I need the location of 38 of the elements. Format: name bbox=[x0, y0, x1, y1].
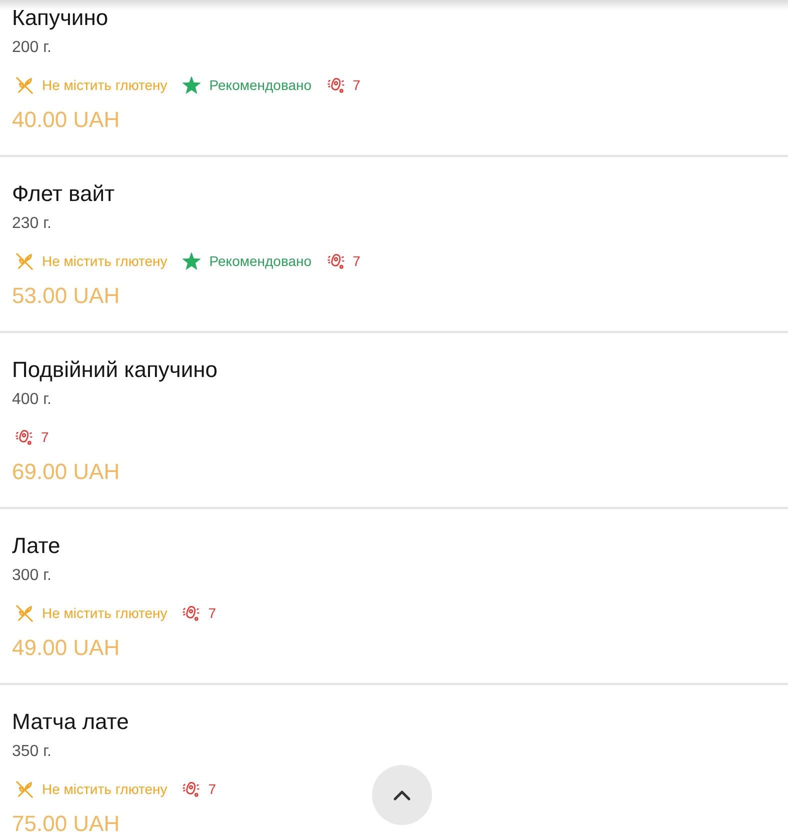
bean-icon bbox=[15, 428, 33, 446]
item-name: Подвійний капучино bbox=[12, 357, 218, 383]
allergen-count: 7 bbox=[352, 252, 360, 271]
item-price: 75.00 UAH bbox=[12, 810, 120, 832]
wheat-crossed-icon bbox=[15, 252, 34, 270]
item-name: Флет вайт bbox=[12, 181, 115, 207]
item-weight: 300 г. bbox=[12, 566, 52, 586]
chevron-up-icon bbox=[393, 790, 411, 800]
item-weight: 350 г. bbox=[12, 742, 52, 762]
allergen-count: 7 bbox=[208, 780, 216, 799]
item-price: 40.00 UAH bbox=[12, 106, 120, 134]
allergen-count: 7 bbox=[208, 604, 216, 623]
allergen-count: 7 bbox=[41, 428, 49, 447]
recommended-label: Рекомендовано bbox=[209, 252, 312, 271]
bean-icon bbox=[182, 604, 200, 622]
item-price: 69.00 UAH bbox=[12, 458, 120, 486]
wheat-crossed-icon bbox=[15, 780, 34, 798]
item-name: Лате bbox=[12, 533, 60, 559]
item-weight: 200 г. bbox=[12, 38, 52, 58]
gluten-free-label: Не містить глютену bbox=[42, 604, 168, 623]
item-price: 49.00 UAH bbox=[12, 634, 120, 662]
gluten-free-label: Не містить глютену bbox=[42, 252, 168, 271]
gluten-free-label: Не містить глютену bbox=[42, 780, 168, 799]
star-icon bbox=[182, 252, 202, 270]
bean-icon bbox=[182, 780, 200, 798]
star-icon bbox=[182, 76, 202, 94]
wheat-crossed-icon bbox=[15, 604, 34, 622]
item-name: Матча лате bbox=[12, 709, 129, 735]
item-name: Капучино bbox=[12, 5, 108, 31]
wheat-crossed-icon bbox=[15, 76, 34, 94]
item-weight: 230 г. bbox=[12, 214, 52, 234]
recommended-label: Рекомендовано bbox=[209, 76, 312, 95]
item-weight: 400 г. bbox=[12, 390, 52, 410]
bean-icon bbox=[326, 76, 345, 94]
bean-icon bbox=[326, 252, 345, 270]
gluten-free-label: Не містить глютену bbox=[42, 76, 168, 95]
item-price: 53.00 UAH bbox=[12, 282, 120, 310]
allergen-count: 7 bbox=[352, 76, 360, 95]
